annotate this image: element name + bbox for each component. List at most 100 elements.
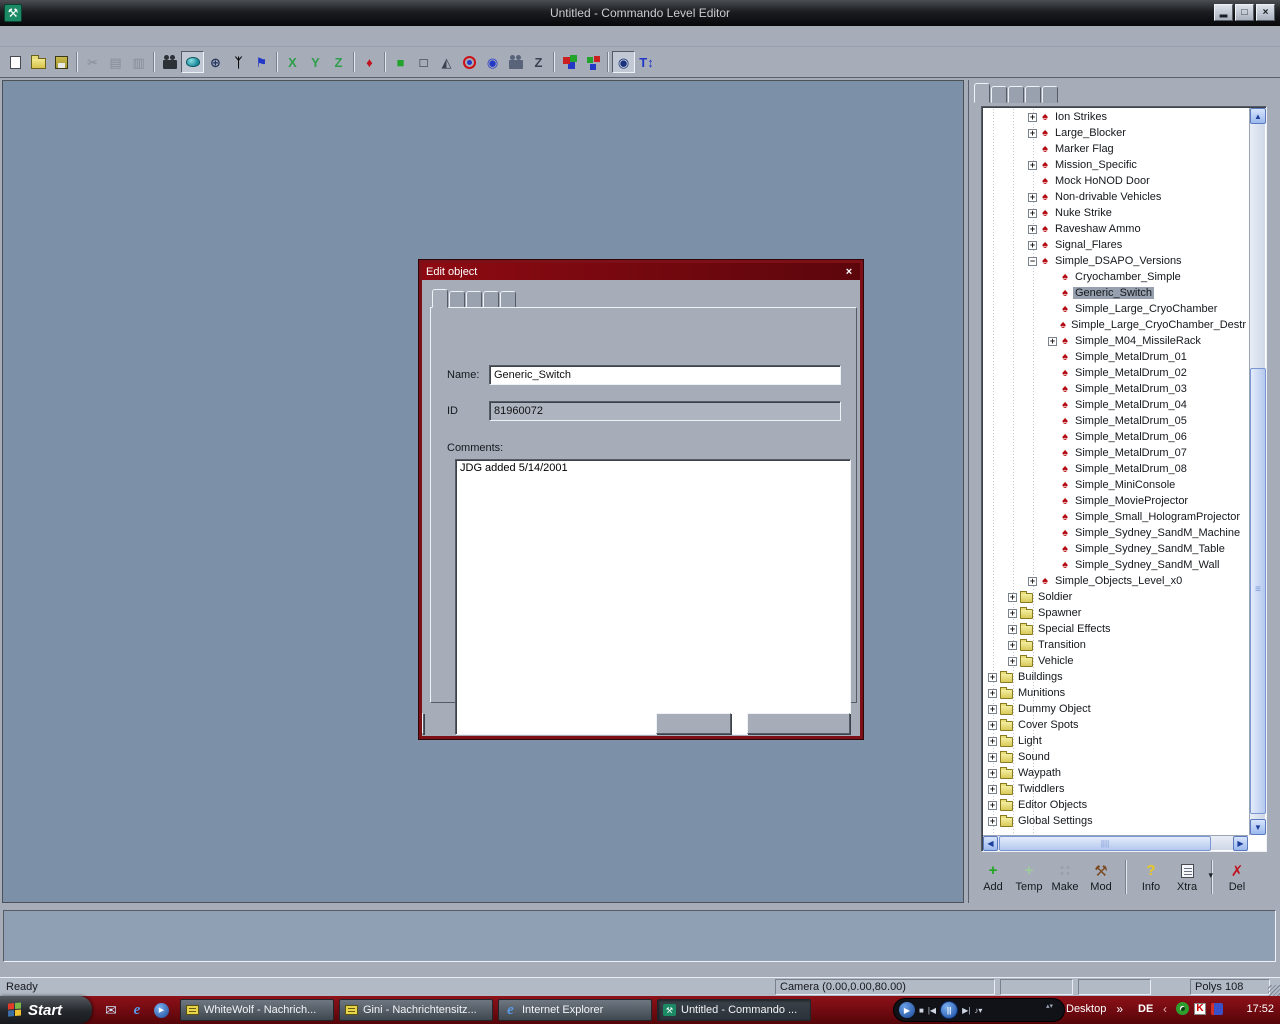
media-player-resize[interactable]: ▴▾ bbox=[1046, 1003, 1053, 1010]
menu-object[interactable] bbox=[53, 34, 69, 38]
expand-toggle[interactable]: + bbox=[988, 705, 997, 714]
taskbar-task-untitled-commando[interactable]: Untitled - Commando ... bbox=[657, 999, 811, 1021]
close-button[interactable]: × bbox=[1256, 4, 1275, 21]
scrollbar-thumb[interactable]: |||| bbox=[999, 836, 1211, 851]
tree-item[interactable]: ♠ Simple_Sydney_SandM_Table bbox=[984, 541, 1248, 557]
scroll-right-icon[interactable]: ▶ bbox=[1233, 836, 1248, 851]
solid-view-button[interactable]: ■ bbox=[389, 51, 412, 73]
make-button[interactable]: ∷ Make bbox=[1047, 862, 1083, 893]
dialog-tab-physics-model[interactable] bbox=[449, 291, 465, 308]
gimbal-mode-button[interactable]: ⊕ bbox=[204, 51, 227, 73]
hide-object-button[interactable] bbox=[458, 51, 481, 73]
taskbar-task-internet-explorer[interactable]: Internet Explorer bbox=[498, 999, 652, 1021]
expand-toggle[interactable]: + bbox=[1028, 577, 1037, 586]
tree-item[interactable]: + Spawner bbox=[984, 605, 1248, 621]
tree-item[interactable]: ♠ Simple_MiniConsole bbox=[984, 477, 1248, 493]
antivirus-eye-icon[interactable] bbox=[1176, 1002, 1189, 1015]
taskbar-task-whitewolf-nachrich[interactable]: WhiteWolf - Nachrich... bbox=[180, 999, 334, 1021]
menu-report[interactable] bbox=[181, 34, 197, 38]
tree-item[interactable]: + Dummy Object bbox=[984, 701, 1248, 717]
tree-item[interactable]: + Editor Objects bbox=[984, 797, 1248, 813]
tray-app-icon[interactable] bbox=[1211, 1003, 1223, 1015]
tree-item[interactable]: + ♠ Simple_M04_MissileRack bbox=[984, 333, 1248, 349]
camera-mode-button[interactable] bbox=[158, 51, 181, 73]
info-button[interactable]: ? Info bbox=[1133, 862, 1169, 893]
tree-item[interactable]: ♠ Simple_Small_HologramProjector bbox=[984, 509, 1248, 525]
tree-item[interactable]: ♠ Marker Flag bbox=[984, 141, 1248, 157]
expand-toggle[interactable]: + bbox=[1028, 241, 1037, 250]
expand-toggle[interactable]: + bbox=[988, 689, 997, 698]
menu-file[interactable] bbox=[5, 34, 21, 38]
expand-toggle[interactable]: + bbox=[1008, 657, 1017, 666]
walk-mode-button[interactable]: ᛉ bbox=[227, 51, 250, 73]
object-mode-button[interactable] bbox=[181, 51, 204, 73]
tree-item[interactable]: ♠ Generic_Switch bbox=[984, 285, 1248, 301]
tree-item[interactable]: + Waypath bbox=[984, 765, 1248, 781]
vertical-scrollbar[interactable]: ▲ ▼ bbox=[1249, 108, 1265, 835]
expand-toggle[interactable]: + bbox=[1008, 609, 1017, 618]
media-player-icon[interactable] bbox=[154, 1003, 169, 1018]
add-button[interactable]: + Add bbox=[975, 862, 1011, 893]
tree-item[interactable]: ♠ Cryochamber_Simple bbox=[984, 269, 1248, 285]
tree-item[interactable]: + ♠ Signal_Flares bbox=[984, 237, 1248, 253]
tree-item[interactable]: + ♠ Nuke Strike bbox=[984, 205, 1248, 221]
menu-lighting[interactable] bbox=[101, 34, 117, 38]
dialog-tab-settings[interactable] bbox=[466, 291, 482, 308]
tree-item[interactable]: + Soldier bbox=[984, 589, 1248, 605]
expand-toggle[interactable]: + bbox=[1028, 225, 1037, 234]
expand-toggle[interactable]: + bbox=[988, 785, 997, 794]
tree-item[interactable]: ♠ Simple_MetalDrum_05 bbox=[984, 413, 1248, 429]
internet-explorer-icon[interactable] bbox=[128, 1001, 146, 1019]
open-file-button[interactable] bbox=[27, 51, 50, 73]
dropdown-arrow-icon[interactable]: ▾ bbox=[1208, 870, 1213, 881]
tree-item[interactable]: + Sound bbox=[984, 749, 1248, 765]
menu-camera[interactable] bbox=[133, 34, 149, 38]
taskbar-task-gini-nachrichtensitz[interactable]: Gini - Nachrichtensitz... bbox=[339, 999, 493, 1021]
flag-mode-button[interactable]: ⚑ bbox=[250, 51, 273, 73]
unhide-object-button[interactable]: ◉ bbox=[481, 51, 504, 73]
desktop-toolbar[interactable]: Desktop » bbox=[1066, 1002, 1123, 1016]
expand-toggle[interactable]: + bbox=[988, 737, 997, 746]
wireframe-view-button[interactable]: □ bbox=[412, 51, 435, 73]
expand-toggle[interactable]: + bbox=[988, 673, 997, 682]
colored-squares-button[interactable] bbox=[581, 51, 604, 73]
expand-toggle[interactable]: − bbox=[1028, 257, 1037, 266]
outlook-express-icon[interactable] bbox=[102, 1001, 120, 1019]
tree-item[interactable]: ♠ Simple_MetalDrum_03 bbox=[984, 381, 1248, 397]
scroll-up-icon[interactable]: ▲ bbox=[1250, 108, 1266, 124]
copy-button[interactable]: ▤ bbox=[104, 51, 127, 73]
menu-presets[interactable] bbox=[165, 34, 181, 38]
expand-toggle[interactable]: + bbox=[988, 721, 997, 730]
tab-heightfield[interactable] bbox=[1042, 86, 1058, 103]
tab-instances[interactable] bbox=[991, 86, 1007, 103]
kaspersky-icon[interactable] bbox=[1194, 1003, 1206, 1015]
tree-item[interactable]: ♠ Simple_MetalDrum_06 bbox=[984, 429, 1248, 445]
pause-button[interactable]: || bbox=[940, 1001, 958, 1019]
menu-view[interactable] bbox=[37, 34, 53, 38]
new-file-button[interactable] bbox=[4, 51, 27, 73]
tree-item[interactable]: ♠ Simple_MovieProjector bbox=[984, 493, 1248, 509]
tree-item[interactable]: + ♠ Mission_Specific bbox=[984, 157, 1248, 173]
tree-item[interactable]: ♠ Simple_MetalDrum_08 bbox=[984, 461, 1248, 477]
save-button[interactable] bbox=[50, 51, 73, 73]
drop-object-button[interactable]: ♦ bbox=[358, 51, 381, 73]
mod-button[interactable]: ⚒ Mod bbox=[1083, 862, 1119, 893]
paste-button[interactable]: ▥ bbox=[127, 51, 150, 73]
minimize-button[interactable]: ▂ bbox=[1214, 4, 1233, 21]
tree-item[interactable]: ♠ Simple_Sydney_SandM_Wall bbox=[984, 557, 1248, 573]
scroll-left-icon[interactable]: ◀ bbox=[983, 836, 998, 851]
dialog-close-button[interactable]: × bbox=[842, 266, 856, 278]
menu-strings[interactable] bbox=[149, 34, 165, 38]
start-button[interactable]: Start bbox=[0, 996, 92, 1024]
text-size-button[interactable]: T↕ bbox=[635, 51, 658, 73]
tree-item[interactable]: + ♠ Ion Strikes bbox=[984, 109, 1248, 125]
cancel-button[interactable] bbox=[747, 713, 850, 734]
tree-item[interactable]: + Transition bbox=[984, 637, 1248, 653]
expand-toggle[interactable]: + bbox=[1028, 129, 1037, 138]
tree-item[interactable]: ♠ Simple_Large_CryoChamber_Destr bbox=[984, 317, 1248, 333]
chevron-right-icon[interactable]: » bbox=[1116, 1002, 1123, 1016]
horizontal-scrollbar[interactable]: ◀ |||| ▶ bbox=[983, 835, 1248, 850]
menu-edit[interactable] bbox=[21, 34, 37, 38]
tree-item[interactable]: + Munitions bbox=[984, 685, 1248, 701]
expand-toggle[interactable]: + bbox=[1028, 113, 1037, 122]
